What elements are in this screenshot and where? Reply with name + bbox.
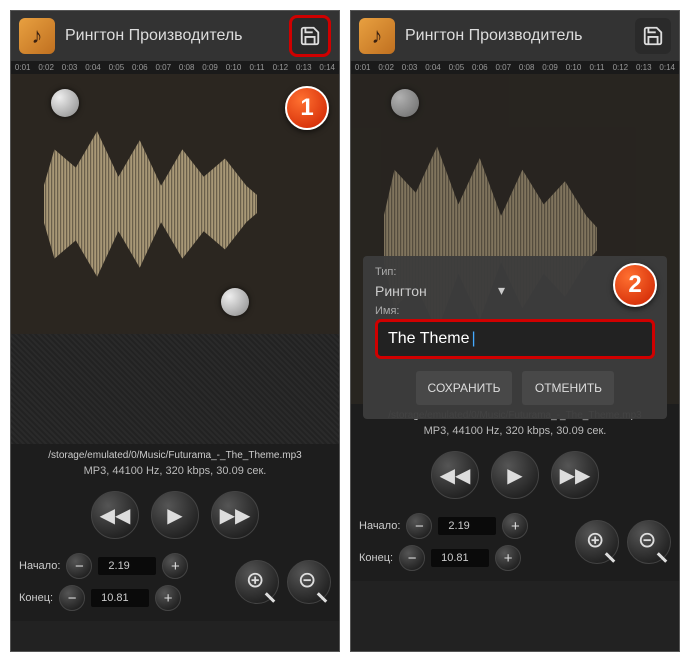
start-label: Начало:: [19, 560, 60, 572]
dialog-cancel-button[interactable]: ОТМЕНИТЬ: [522, 371, 614, 405]
save-button[interactable]: [289, 15, 331, 57]
start-plus-button[interactable]: +: [502, 513, 528, 539]
audio-info: MP3, 44100 Hz, 320 kbps, 30.09 сек.: [351, 423, 679, 445]
end-label: Конец:: [19, 592, 53, 604]
screen-left: ♪ Рингтон Производитель 0:010:020:030:04…: [10, 10, 340, 652]
bottom-controls: Начало: − 2.19 + Конец: − 10.81 +: [11, 549, 339, 621]
audio-info: MP3, 44100 Hz, 320 kbps, 30.09 сек.: [11, 463, 339, 485]
file-path: /storage/emulated/0/Music/Futurama_-_The…: [11, 444, 339, 463]
type-select[interactable]: Рингтон ▾: [375, 278, 505, 305]
callout-2: 2: [613, 263, 657, 307]
selection-start-handle[interactable]: [391, 89, 419, 117]
start-value[interactable]: 2.19: [98, 557, 156, 575]
forward-button[interactable]: ▶▶: [551, 451, 599, 499]
zoom-in-icon: [246, 571, 268, 593]
zoom-out-icon: [638, 531, 660, 553]
zoom-in-button[interactable]: [575, 520, 619, 564]
timeline-ruler: 0:010:020:030:040:050:060:070:080:090:10…: [11, 61, 339, 74]
play-button[interactable]: ▶: [491, 451, 539, 499]
play-button[interactable]: ▶: [151, 491, 199, 539]
selection-end-handle[interactable]: [221, 288, 249, 316]
rewind-button[interactable]: ◀◀: [431, 451, 479, 499]
app-title: Рингтон Производитель: [65, 27, 289, 45]
texture-panel: [11, 334, 339, 444]
bottom-controls: Начало: − 2.19 + Конец: − 10.81 +: [351, 509, 679, 581]
end-label: Конец:: [359, 552, 393, 564]
end-value[interactable]: 10.81: [431, 549, 489, 567]
screen-right: ♪ Рингтон Производитель 0:010:020:030:04…: [350, 10, 680, 652]
start-label: Начало:: [359, 520, 400, 532]
chevron-down-icon: ▾: [498, 282, 505, 299]
forward-button[interactable]: ▶▶: [211, 491, 259, 539]
save-icon: [299, 25, 321, 47]
name-input[interactable]: The Theme: [375, 319, 655, 359]
dialog-save-button[interactable]: СОХРАНИТЬ: [416, 371, 513, 405]
rewind-button[interactable]: ◀◀: [91, 491, 139, 539]
end-minus-button[interactable]: −: [59, 585, 85, 611]
app-header: ♪ Рингтон Производитель: [351, 11, 679, 61]
callout-1: 1: [285, 86, 329, 130]
name-label: Имя:: [375, 305, 655, 317]
start-minus-button[interactable]: −: [406, 513, 432, 539]
end-plus-button[interactable]: +: [155, 585, 181, 611]
save-button[interactable]: [635, 18, 671, 54]
zoom-in-button[interactable]: [235, 560, 279, 604]
start-plus-button[interactable]: +: [162, 553, 188, 579]
playback-controls: ◀◀ ▶ ▶▶: [11, 485, 339, 549]
zoom-in-icon: [586, 531, 608, 553]
zoom-out-button[interactable]: [627, 520, 671, 564]
end-value[interactable]: 10.81: [91, 589, 149, 607]
end-minus-button[interactable]: −: [399, 545, 425, 571]
playback-controls: ◀◀ ▶ ▶▶: [351, 445, 679, 509]
selection-start-handle[interactable]: [51, 89, 79, 117]
app-icon: ♪: [359, 18, 395, 54]
start-value[interactable]: 2.19: [438, 517, 496, 535]
app-title: Рингтон Производитель: [405, 27, 635, 45]
zoom-out-icon: [298, 571, 320, 593]
type-label: Тип:: [375, 266, 655, 278]
app-icon: ♪: [19, 18, 55, 54]
app-header: ♪ Рингтон Производитель: [11, 11, 339, 61]
start-minus-button[interactable]: −: [66, 553, 92, 579]
timeline-ruler: 0:010:020:030:040:050:060:070:080:090:10…: [351, 61, 679, 74]
zoom-out-button[interactable]: [287, 560, 331, 604]
end-plus-button[interactable]: +: [495, 545, 521, 571]
save-icon: [642, 25, 664, 47]
